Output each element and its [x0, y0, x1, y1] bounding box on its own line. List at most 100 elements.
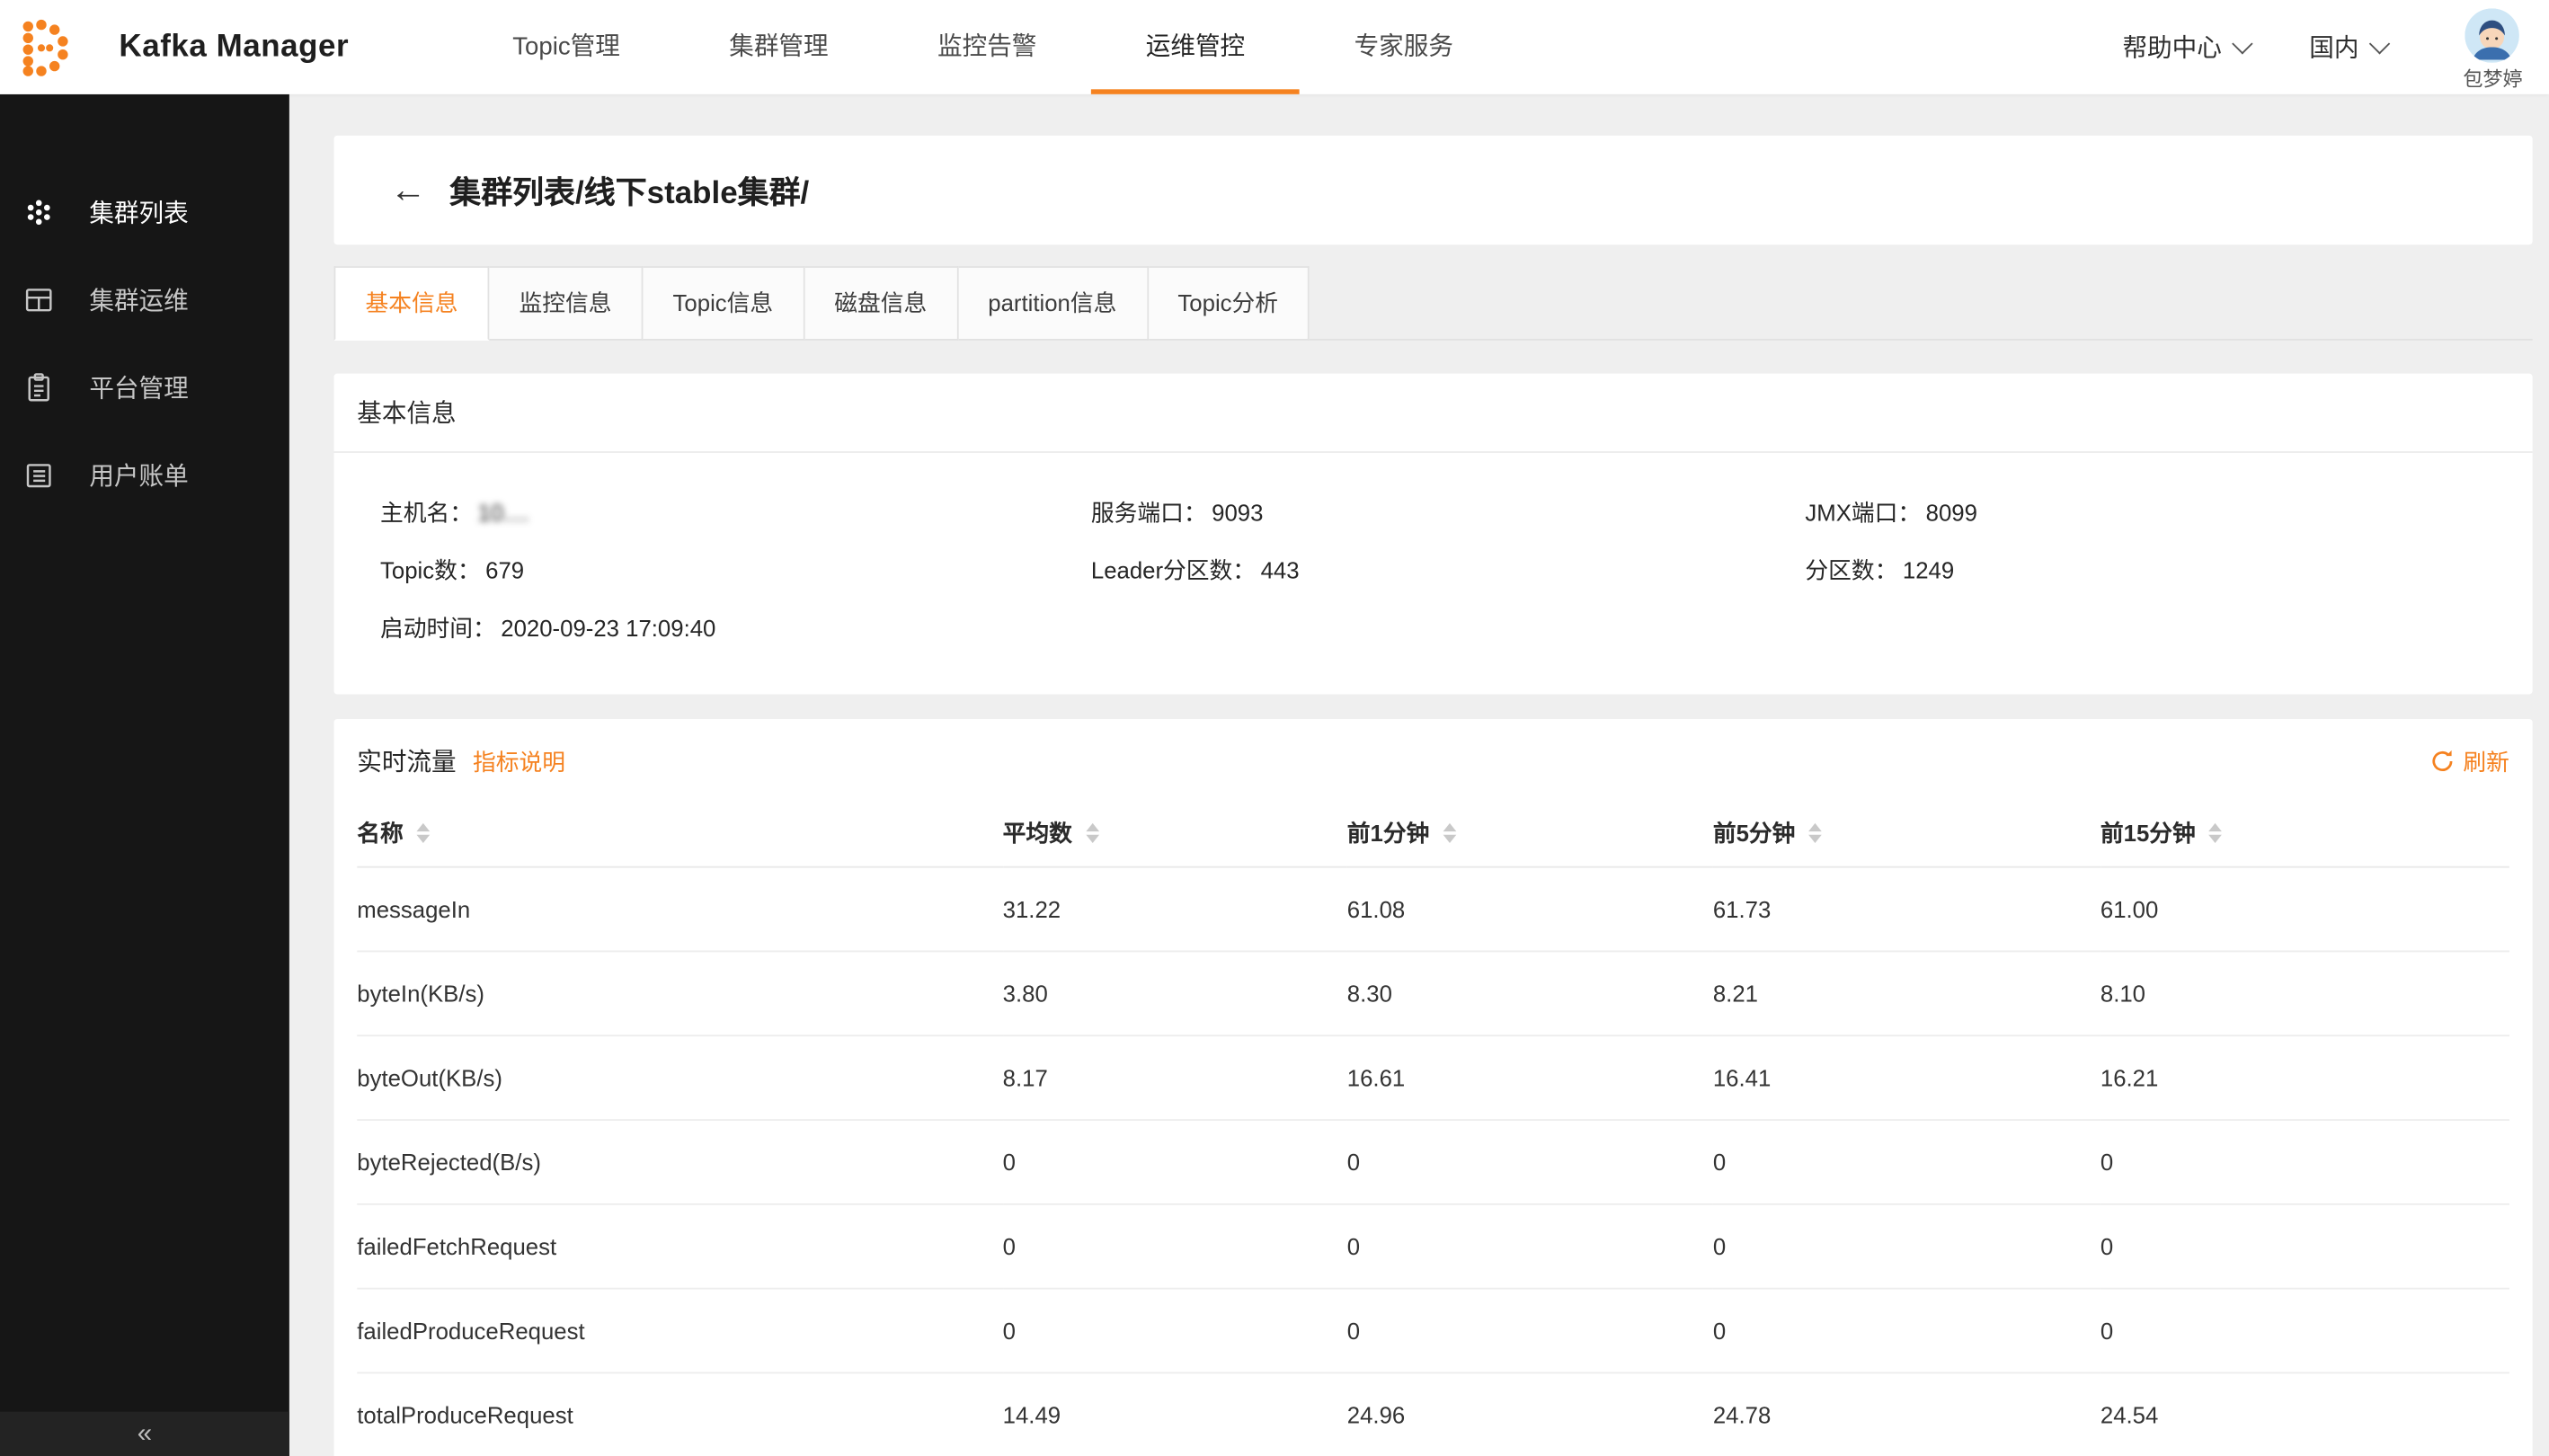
field-label: JMX端口：: [1805, 496, 1921, 529]
sidebar-item-label: 平台管理: [89, 370, 188, 405]
realtime-traffic-header: 实时流量 指标说明 刷新: [334, 719, 2533, 800]
col-label: 平均数: [1003, 817, 1072, 850]
tab-topic-info[interactable]: Topic信息: [643, 266, 804, 341]
metric-value-cell: 24.54: [2100, 1372, 2509, 1456]
col-header-last-5min[interactable]: 前5分钟: [1713, 800, 2100, 866]
field-value: 8099: [1926, 499, 1977, 525]
table-header-row: 名称 平均数 前1分钟 前5分钟 前15分钟: [357, 800, 2509, 866]
help-center-label: 帮助中心: [2122, 30, 2221, 65]
metric-value-cell: 0: [2100, 1289, 2509, 1373]
table-row: totalProduceRequest 14.49 24.96 24.78 24…: [357, 1372, 2509, 1456]
nav-expert-service[interactable]: 专家服务: [1300, 0, 1508, 94]
metric-value-cell: 61.08: [1347, 867, 1713, 952]
metric-value-cell: 16.61: [1347, 1035, 1713, 1120]
col-header-average[interactable]: 平均数: [1003, 800, 1347, 866]
field-value: 679: [485, 557, 524, 583]
metric-value-cell: 0: [1713, 1204, 2100, 1289]
sort-icon[interactable]: [416, 823, 430, 843]
metric-value-cell: 16.21: [2100, 1035, 2509, 1120]
sidebar-item-user-billing[interactable]: 用户账单: [0, 431, 289, 519]
field-label: 服务端口：: [1091, 496, 1207, 529]
field-label: 启动时间：: [380, 612, 496, 645]
metric-value-cell: 14.49: [1003, 1372, 1347, 1456]
sort-icon[interactable]: [1443, 823, 1456, 843]
metric-value-cell: 8.17: [1003, 1035, 1347, 1120]
table-row: byteIn(KB/s) 3.80 8.30 8.21 8.10: [357, 951, 2509, 1035]
nav-topic-management[interactable]: Topic管理: [458, 0, 675, 94]
field-leader-partitions: Leader分区数： 443: [1091, 554, 1806, 587]
field-label: 分区数：: [1805, 554, 1897, 587]
realtime-traffic-title: 实时流量: [357, 744, 456, 779]
table-row: messageIn 31.22 61.08 61.73 61.00: [357, 867, 2509, 952]
breadcrumb: 集群列表/线下stable集群/: [449, 168, 809, 213]
region-selector[interactable]: 国内: [2309, 30, 2386, 65]
field-label: Topic数：: [380, 554, 481, 587]
metric-value-cell: 0: [1003, 1289, 1347, 1373]
nav-ops-control[interactable]: 运维管控: [1091, 0, 1300, 94]
sidebar-item-label: 用户账单: [89, 457, 188, 493]
metric-value-cell: 0: [1347, 1204, 1713, 1289]
tab-topic-analysis[interactable]: Topic分析: [1148, 266, 1310, 341]
sidebar-items: 集群列表 集群运维: [0, 94, 289, 519]
help-center-menu[interactable]: 帮助中心: [2122, 30, 2250, 65]
metric-name-cell: byteRejected(B/s): [357, 1120, 1002, 1204]
tab-disk-info[interactable]: 磁盘信息: [804, 266, 958, 341]
sidebar-item-cluster-ops[interactable]: 集群运维: [0, 256, 289, 343]
basic-info-title: 基本信息: [334, 374, 2533, 453]
sort-icon[interactable]: [1808, 823, 1822, 843]
nav-monitor-alert[interactable]: 监控告警: [883, 0, 1091, 94]
clipboard-icon: [23, 372, 55, 404]
metric-value-cell: 0: [1347, 1289, 1713, 1373]
metric-value-cell: 0: [2100, 1204, 2509, 1289]
sort-icon[interactable]: [1086, 823, 1099, 843]
metric-value-cell: 24.96: [1347, 1372, 1713, 1456]
top-header: Kafka Manager Topic管理 集群管理 监控告警 运维管控 专家服…: [0, 0, 2549, 94]
refresh-button[interactable]: 刷新: [2430, 745, 2509, 778]
nav-cluster-management[interactable]: 集群管理: [675, 0, 884, 94]
field-value: 443: [1261, 557, 1300, 583]
collapse-chevrons-icon: «: [138, 1419, 152, 1449]
cluster-honeycomb-icon: [23, 197, 55, 228]
metric-name-cell: byteOut(KB/s): [357, 1035, 1002, 1120]
col-label: 名称: [357, 817, 403, 850]
sidebar-collapse-button[interactable]: «: [0, 1412, 289, 1456]
chevron-down-icon: [2232, 33, 2252, 54]
avatar: [2465, 7, 2520, 62]
col-header-last-15min[interactable]: 前15分钟: [2100, 800, 2509, 866]
back-arrow-icon[interactable]: ←: [390, 172, 426, 208]
sidebar-item-label: 集群列表: [89, 195, 188, 230]
table-row: byteOut(KB/s) 8.17 16.61 16.41 16.21: [357, 1035, 2509, 1120]
col-header-name[interactable]: 名称: [357, 800, 1002, 866]
metric-value-cell: 0: [1003, 1120, 1347, 1204]
user-name: 包梦婷: [2463, 64, 2522, 92]
breadcrumb-card: ← 集群列表/线下stable集群/: [334, 136, 2533, 244]
metric-value-cell: 8.10: [2100, 951, 2509, 1035]
field-service-port: 服务端口： 9093: [1091, 496, 1806, 529]
metric-value-cell: 0: [1347, 1120, 1713, 1204]
tab-partition-info[interactable]: partition信息: [958, 266, 1148, 341]
field-value: 10....: [478, 499, 529, 525]
metrics-explanation-link[interactable]: 指标说明: [473, 745, 565, 778]
user-menu[interactable]: 包梦婷: [2463, 3, 2522, 92]
field-jmx-port: JMX端口： 8099: [1805, 496, 2509, 529]
sort-icon[interactable]: [2208, 823, 2222, 843]
refresh-label: 刷新: [2463, 745, 2509, 778]
field-value: 9093: [1212, 499, 1263, 525]
sidebar-item-platform-management[interactable]: 平台管理: [0, 344, 289, 431]
basic-info-card: 基本信息 主机名： 10.... 服务端口： 9093 JMX端口： 8099 …: [334, 374, 2533, 695]
metric-value-cell: 31.22: [1003, 867, 1347, 952]
metric-name-cell: byteIn(KB/s): [357, 951, 1002, 1035]
main-content: ← 集群列表/线下stable集群/ 基本信息 监控信息 Topic信息 磁盘信…: [289, 94, 2549, 1456]
tab-basic-info[interactable]: 基本信息: [334, 266, 490, 341]
col-header-last-1min[interactable]: 前1分钟: [1347, 800, 1713, 866]
col-label: 前1分钟: [1347, 817, 1430, 850]
app-logo-icon: [13, 14, 80, 81]
kafka-manager-app: Kafka Manager Topic管理 集群管理 监控告警 运维管控 专家服…: [0, 0, 2549, 1456]
list-icon: [23, 459, 55, 491]
col-label: 前15分钟: [2100, 817, 2196, 850]
sidebar-item-cluster-list[interactable]: 集群列表: [0, 169, 289, 256]
col-label: 前5分钟: [1713, 817, 1796, 850]
region-label: 国内: [2309, 30, 2358, 65]
field-start-time: 启动时间： 2020-09-23 17:09:40: [380, 612, 1091, 645]
tab-monitor-info[interactable]: 监控信息: [489, 266, 643, 341]
